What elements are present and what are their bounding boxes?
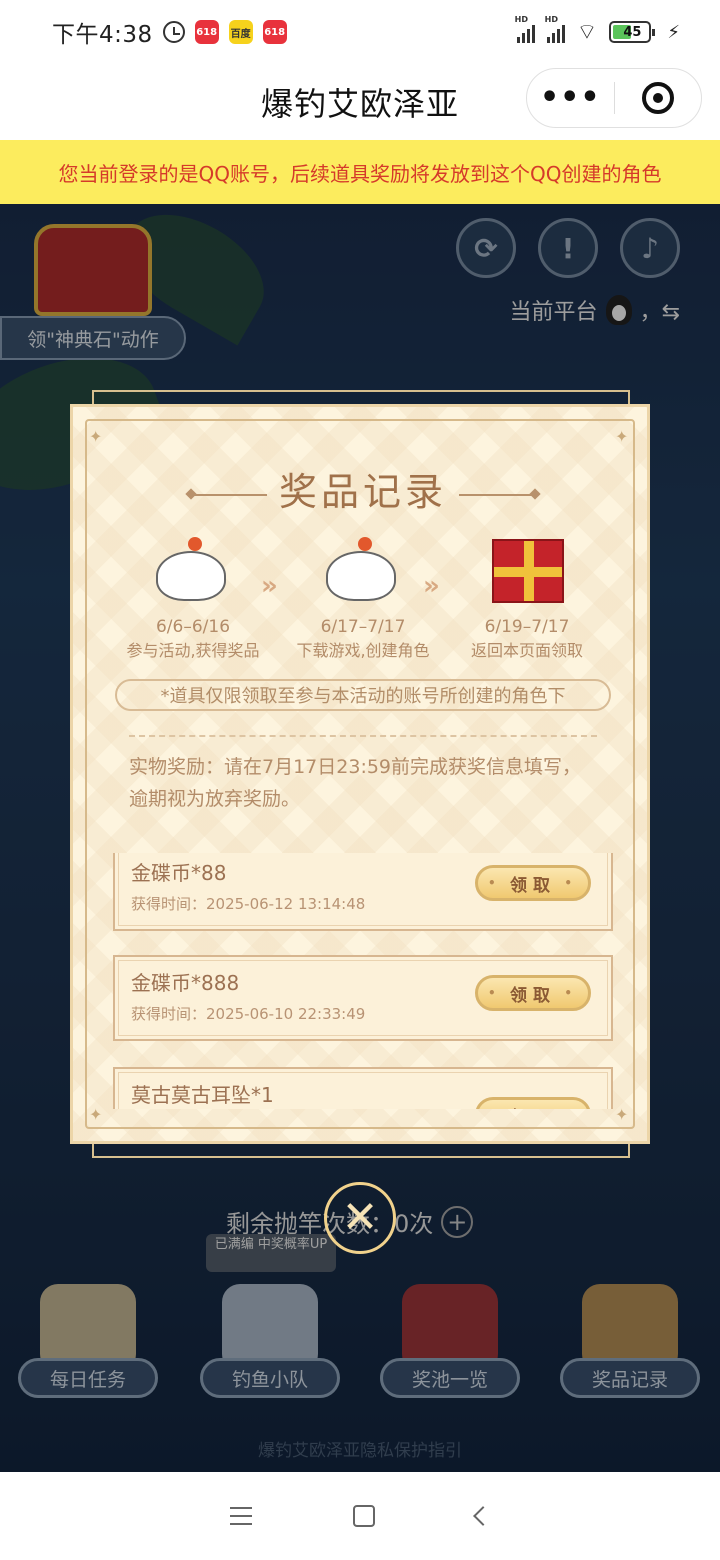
step-claim: 6/19–7/17 返回本页面领取 xyxy=(447,531,607,661)
system-navigation-bar xyxy=(0,1472,720,1560)
claim-button[interactable]: 领取 xyxy=(475,975,591,1011)
corner-ornament-icon: ✦ xyxy=(615,1105,629,1124)
title-decoration-right xyxy=(459,493,535,496)
step-date: 6/17–7/17 xyxy=(320,617,406,637)
close-icon: ✕ xyxy=(341,1192,379,1243)
prize-item: 金碟币*88 获得时间：2025-06-12 13:14:48 领取 xyxy=(113,853,613,931)
app-618-icon: 618 xyxy=(194,20,219,44)
more-options-button[interactable]: ••• xyxy=(527,83,614,113)
physical-reward-note: 实物奖励：请在7月17日23:59前完成获奖信息填写，逾期视为放弃奖励。 xyxy=(129,756,582,810)
step-date: 6/6–6/16 xyxy=(155,617,231,637)
moogle-icon xyxy=(148,531,238,615)
prize-name: 莫古莫古耳坠*1 xyxy=(131,1083,274,1107)
prize-item: 莫古莫古耳坠*1 领取 xyxy=(113,1067,613,1109)
corner-ornament-icon: ✦ xyxy=(89,1105,103,1124)
title-decoration-left xyxy=(190,493,267,496)
home-icon[interactable] xyxy=(352,1505,375,1527)
process-steps: 6/6–6/16 参与活动,获得奖品 » 6/17–7/17 下载游戏,创建角色… xyxy=(113,531,613,671)
status-bar: 下午4:38 618 百度 618 HD HD ⌔ 45 ⚡ xyxy=(0,0,720,64)
close-modal-button[interactable]: ✕ xyxy=(324,1182,396,1254)
corner-ornament-icon: ✦ xyxy=(615,427,629,446)
corner-ornament-icon: ✦ xyxy=(89,427,103,446)
back-icon[interactable] xyxy=(472,1506,493,1526)
claim-button[interactable]: 领取 xyxy=(475,865,591,901)
target-icon xyxy=(641,82,674,114)
gift-box-icon xyxy=(482,531,572,615)
prize-item: 金碟币*888 获得时间：2025-06-10 22:33:49 领取 xyxy=(113,955,613,1041)
app-618-icon-2: 618 xyxy=(262,20,287,44)
title-bar: 爆钓艾欧泽亚 ••• xyxy=(0,64,720,140)
claim-button[interactable]: 领取 xyxy=(475,1097,591,1109)
close-mini-program-button[interactable] xyxy=(615,82,702,114)
step-participate: 6/6–6/16 参与活动,获得奖品 xyxy=(113,531,273,661)
mini-program-capsule: ••• xyxy=(526,68,702,128)
step-text: 返回本页面领取 xyxy=(470,641,583,660)
modal-title: 奖品记录 xyxy=(73,461,653,516)
wifi-icon: ⌔ xyxy=(576,20,598,45)
status-time: 下午4:38 xyxy=(52,22,153,48)
prize-name: 金碟币*888 xyxy=(131,971,240,995)
double-chevron-icon: » xyxy=(261,571,278,601)
signal-icon: HD xyxy=(515,15,535,43)
item-limit-note: *道具仅限领取至参与本活动的账号所创建的角色下 xyxy=(115,679,611,711)
moogle-flying-icon xyxy=(318,531,408,615)
page-title: 爆钓艾欧泽亚 xyxy=(260,85,459,123)
prize-name: 金碟币*88 xyxy=(131,861,227,885)
login-notice-banner: 您当前登录的是QQ账号，后续道具奖励将发放到这个QQ创建的角色 xyxy=(0,140,720,204)
step-date: 6/19–7/17 xyxy=(484,617,570,637)
step-download: 6/17–7/17 下载游戏,创建角色 xyxy=(283,531,443,661)
step-text: 参与活动,获得奖品 xyxy=(126,641,260,660)
signal-icon-2: HD xyxy=(545,15,565,43)
prize-time: 获得时间：2025-06-12 13:14:48 xyxy=(131,895,366,913)
modal-title-text: 奖品记录 xyxy=(278,470,447,514)
dashed-divider xyxy=(129,735,597,737)
charging-icon: ⚡ xyxy=(667,21,680,43)
baidu-app-icon: 百度 xyxy=(228,20,253,44)
prize-time: 获得时间：2025-06-10 22:33:49 xyxy=(131,1005,366,1023)
menu-icon[interactable] xyxy=(230,1507,253,1525)
battery-icon: 45 xyxy=(609,21,656,43)
battery-level: 45 xyxy=(623,24,642,40)
alarm-icon xyxy=(162,21,185,43)
step-text: 下载游戏,创建角色 xyxy=(296,641,430,660)
prize-record-modal: ✦ ✦ ✦ ✦ 奖品记录 6/6–6/16 参与活动,获得奖品 » 6/17–7… xyxy=(70,404,650,1144)
prize-list[interactable]: 金碟币*88 获得时间：2025-06-12 13:14:48 领取 金碟币*8… xyxy=(113,853,613,1109)
double-chevron-icon: » xyxy=(423,571,440,601)
